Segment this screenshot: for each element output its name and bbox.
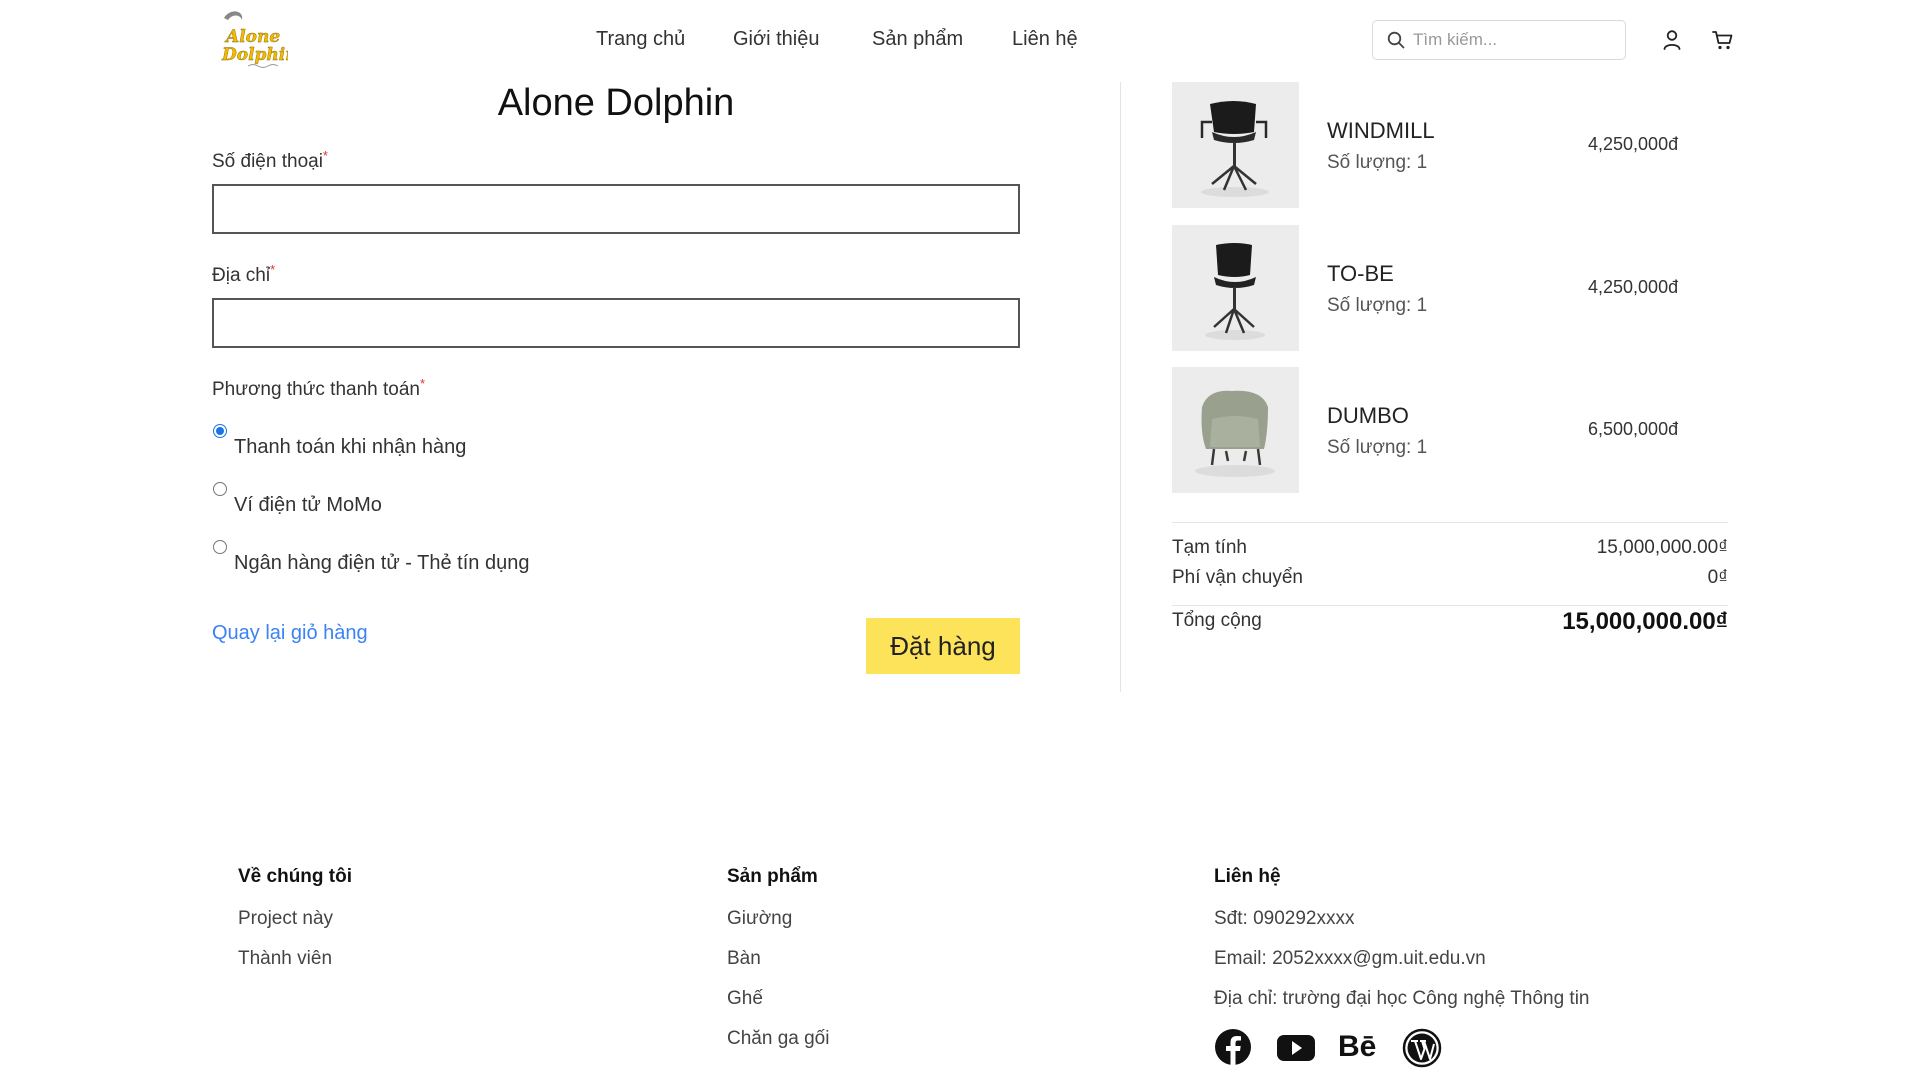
footer-link[interactable]: Bàn — [727, 948, 1147, 970]
item-quantity: Số lượng: 1 — [1327, 152, 1428, 173]
phone-input[interactable] — [212, 184, 1020, 234]
item-price: 4,250,000đ — [1588, 277, 1679, 297]
footer-heading: Liên hệ — [1214, 866, 1281, 887]
contact-email: Email: 2052xxxx@gm.uit.edu.vn — [1214, 948, 1486, 969]
cart-item: WINDMILL Số lượng: 1 4,250,000đ — [1172, 82, 1728, 208]
divider — [1172, 605, 1728, 606]
footer-link[interactable]: Thành viên — [238, 948, 658, 970]
product-image — [1172, 82, 1299, 208]
radio-button[interactable] — [213, 482, 227, 496]
subtotal-value: 15,000,000.00₫ — [1596, 537, 1728, 558]
total-row: Tổng cộng 15,000,000.00₫ — [1172, 608, 1728, 635]
cart-item: TO-BE Số lượng: 1 4,250,000đ — [1172, 225, 1728, 351]
nav-home[interactable]: Trang chủ — [596, 28, 685, 51]
back-to-cart-link[interactable]: Quay lại giỏ hàng — [212, 622, 368, 645]
shipping-row: Phí vận chuyển 0₫ — [1172, 567, 1728, 588]
search-input[interactable] — [1413, 27, 1613, 53]
item-name: TO-BE — [1327, 261, 1394, 286]
radio-button[interactable] — [213, 540, 227, 554]
user-icon[interactable] — [1660, 28, 1684, 52]
phone-label: Số điện thoại* — [212, 148, 328, 172]
checkout-page: Alone Dolphin Trang chủ Giới thiệu Sản p… — [0, 0, 1920, 1082]
item-name: DUMBO — [1327, 403, 1409, 428]
product-image — [1172, 225, 1299, 351]
item-name: WINDMILL — [1327, 118, 1435, 143]
contact-address: Địa chỉ: trường đại học Công nghệ Thông … — [1214, 988, 1590, 1009]
payment-option-momo[interactable]: Ví điện tử MoMo — [212, 482, 712, 522]
nav-about[interactable]: Giới thiệu — [733, 28, 819, 51]
required-mark: * — [270, 262, 276, 277]
main-nav: Trang chủ Giới thiệu Sản phẩm Liên hệ — [0, 28, 1920, 56]
subtotal-row: Tạm tính 15,000,000.00₫ — [1172, 537, 1728, 558]
cart-item: DUMBO Số lượng: 1 6,500,000đ — [1172, 367, 1728, 493]
facebook-icon[interactable] — [1214, 1028, 1254, 1068]
social-links: Bē — [1214, 1028, 1454, 1068]
address-label: Địa chỉ* — [212, 262, 276, 286]
page-title: Alone Dolphin — [497, 82, 735, 124]
nav-contact[interactable]: Liên hệ — [1012, 28, 1078, 51]
shipping-value: 0₫ — [1707, 567, 1728, 588]
payment-option-bank[interactable]: Ngân hàng điện tử - Thẻ tín dụng — [212, 540, 712, 580]
footer-link[interactable]: Giường — [727, 908, 1147, 930]
item-quantity: Số lượng: 1 — [1327, 295, 1428, 316]
footer-about: Về chúng tôi Project này Thành viên — [238, 866, 658, 988]
search-icon[interactable] — [1387, 31, 1405, 49]
address-input[interactable] — [212, 298, 1020, 348]
payment-option-cod[interactable]: Thanh toán khi nhận hàng — [212, 424, 712, 464]
divider — [1172, 522, 1728, 523]
footer-link[interactable]: Ghế — [727, 988, 1147, 1010]
contact-phone: Sđt: 090292xxxx — [1214, 908, 1355, 929]
footer-heading: Sản phẩm — [727, 866, 818, 887]
footer-link[interactable]: Project này — [238, 908, 658, 930]
site-header: Alone Dolphin Trang chủ Giới thiệu Sản p… — [0, 0, 1920, 80]
item-quantity: Số lượng: 1 — [1327, 437, 1428, 458]
column-divider — [1120, 82, 1121, 692]
footer-link[interactable]: Chăn ga gối — [727, 1028, 1147, 1050]
required-mark: * — [322, 148, 328, 163]
total-value: 15,000,000.00₫ — [1562, 608, 1728, 635]
nav-products[interactable]: Sản phẩm — [872, 28, 963, 51]
footer-contact: Liên hệ Sđt: 090292xxxx Email: 2052xxxx@… — [1214, 866, 1634, 1028]
footer-heading: Về chúng tôi — [238, 866, 352, 887]
item-price: 6,500,000đ — [1588, 419, 1679, 439]
wordpress-icon[interactable] — [1402, 1028, 1442, 1068]
required-mark: * — [419, 376, 426, 391]
place-order-button[interactable]: Đặt hàng — [866, 618, 1020, 674]
footer-products: Sản phẩm Giường Bàn Ghế Chăn ga gối — [727, 866, 1147, 1068]
youtube-icon[interactable] — [1276, 1028, 1316, 1068]
radio-button[interactable] — [213, 424, 227, 438]
payment-method-label: Phương thức thanh toán* — [212, 376, 426, 400]
item-price: 4,250,000đ — [1588, 134, 1679, 154]
search-box — [1372, 20, 1626, 60]
product-image — [1172, 367, 1299, 493]
behance-icon[interactable]: Bē — [1338, 1028, 1378, 1068]
cart-icon[interactable] — [1711, 28, 1735, 52]
